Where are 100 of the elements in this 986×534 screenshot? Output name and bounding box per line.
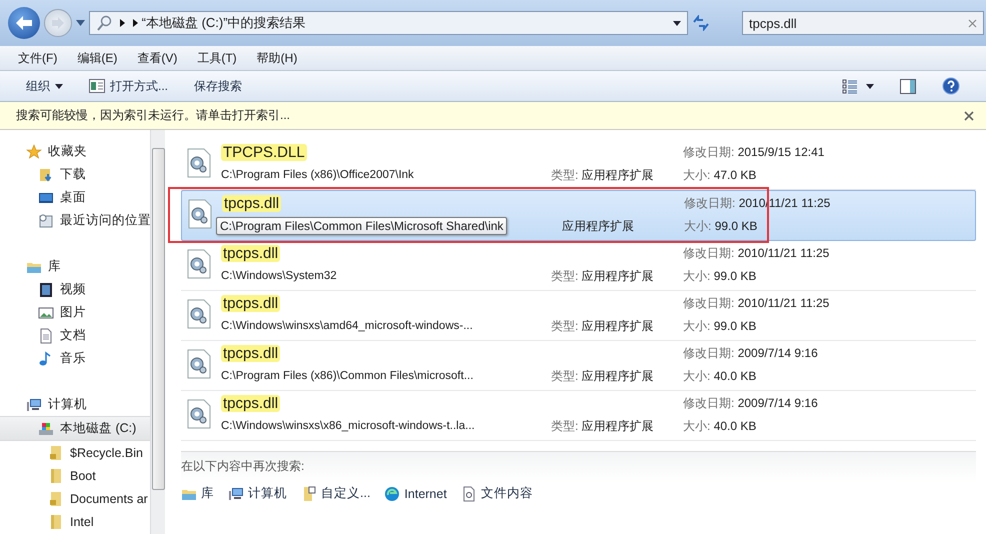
clear-icon[interactable] bbox=[968, 18, 977, 28]
tree-item[interactable]: $Recycle.Bin bbox=[0, 441, 150, 464]
dropdown-caret-icon[interactable] bbox=[673, 20, 681, 26]
scroll-thumb[interactable] bbox=[152, 148, 165, 490]
file-name: tpcps.dll bbox=[221, 345, 280, 362]
modified-date: 修改日期: 2009/7/14 9:16 bbox=[683, 395, 819, 412]
file-name: tpcps.dll bbox=[221, 245, 280, 262]
view-options-icon[interactable] bbox=[842, 78, 858, 94]
file-path: C:\Program Files (x86)\Common Files\microsoft... bbox=[221, 370, 474, 382]
tree-item[interactable]: 桌面 bbox=[0, 186, 150, 209]
download-icon bbox=[38, 166, 54, 182]
gear-file-icon bbox=[185, 148, 213, 178]
file-path: C:\Program Files (x86)\Office2007\Ink bbox=[221, 169, 415, 181]
tree-item[interactable]: 库 bbox=[0, 255, 150, 278]
document-icon bbox=[38, 328, 54, 344]
search-again-label: 在以下内容中再次搜索: bbox=[181, 458, 306, 475]
file-type: 类型: 应用程序扩展 bbox=[550, 368, 655, 384]
search-location-link[interactable]: 计算机 bbox=[228, 485, 287, 502]
history-dropdown-icon[interactable] bbox=[76, 20, 85, 26]
file-name: tpcps.dll bbox=[221, 295, 280, 312]
file-name: tpcps.dll bbox=[221, 395, 280, 412]
file-size: 大小: 40.0 KB bbox=[683, 368, 758, 384]
star-icon bbox=[26, 144, 42, 160]
result-row[interactable]: tpcps.dll C:\Windows\System32 类型: 应用程序扩展 修改日期: 2010/11/21 11:25 大小: 99.0 KB bbox=[181, 241, 976, 291]
help-icon[interactable] bbox=[942, 77, 960, 95]
file-contents-icon bbox=[460, 486, 477, 502]
modified-date: 修改日期: 2010/11/21 11:25 bbox=[683, 295, 830, 312]
internet-icon bbox=[384, 486, 400, 502]
tree-item[interactable]: 收藏夹 bbox=[0, 140, 150, 163]
computer-icon bbox=[26, 396, 42, 412]
locked-folder-icon bbox=[48, 444, 64, 460]
modified-date: 修改日期: 2009/7/14 9:16 bbox=[683, 345, 819, 362]
refresh-icon[interactable] bbox=[692, 15, 710, 31]
result-row[interactable]: tpcps.dll C:\Program Files (x86)\Common Files\microsoft... 类型: 应用程序扩展 修改日期: 2009/7/14 9:16 大小: 40.0 KB bbox=[181, 341, 976, 391]
result-row[interactable]: tpcps.dll C:\Windows\winsxs\x86_microsoft-windows-t..la... 类型: 应用程序扩展 修改日期: 2009/7/14 9:16 大小: 40.0 KB bbox=[181, 391, 976, 441]
back-button[interactable] bbox=[8, 7, 40, 39]
file-size: 大小: 99.0 KB bbox=[683, 318, 758, 334]
address-bar[interactable]: “本地磁盘 (C:)”中的搜索结果 bbox=[89, 11, 688, 35]
caret-icon[interactable] bbox=[866, 84, 874, 88]
recent-icon bbox=[38, 212, 54, 228]
file-path: C:\Windows\winsxs\amd64_microsoft-windows-... bbox=[221, 320, 474, 332]
scrollbar[interactable] bbox=[150, 130, 165, 534]
computer-icon bbox=[228, 486, 244, 502]
gear-file-icon bbox=[185, 398, 213, 428]
back-arrow-icon bbox=[15, 15, 33, 31]
gear-file-icon bbox=[186, 198, 214, 228]
gear-file-icon bbox=[185, 248, 213, 278]
file-type: 类型: 应用程序扩展 bbox=[550, 318, 655, 334]
file-type: 类型: 应用程序扩展 bbox=[550, 418, 655, 434]
tree-item[interactable]: 音乐 bbox=[0, 347, 150, 370]
search-location-link[interactable]: Internet bbox=[384, 485, 447, 502]
organize-button[interactable]: 组织 bbox=[26, 76, 63, 96]
tree-item[interactable]: 本地磁盘 (C:) bbox=[0, 416, 150, 441]
menu-item[interactable]: 编辑(E) bbox=[77, 50, 118, 66]
file-type: 应用程序扩展 bbox=[561, 218, 635, 234]
tree-item[interactable]: 图片 bbox=[0, 301, 150, 324]
tree-item[interactable]: Documents ar bbox=[0, 487, 150, 510]
file-size: 大小: 99.0 KB bbox=[683, 268, 758, 284]
menu-item[interactable]: 查看(V) bbox=[137, 50, 178, 66]
custom-icon bbox=[301, 486, 317, 502]
tree-item[interactable]: Intel bbox=[0, 510, 150, 533]
window-icon bbox=[89, 79, 105, 93]
tree-item[interactable]: Boot bbox=[0, 464, 150, 487]
tree-item[interactable]: 文档 bbox=[0, 324, 150, 347]
menu-item[interactable]: 文件(F) bbox=[18, 50, 58, 66]
save-search-button[interactable]: 保存搜索 bbox=[194, 76, 242, 96]
menu-item[interactable]: 帮助(H) bbox=[256, 50, 298, 66]
gear-file-icon bbox=[185, 348, 213, 378]
video-icon bbox=[38, 282, 54, 298]
menu-item[interactable]: 工具(T) bbox=[197, 50, 237, 66]
search-location-link[interactable]: 自定义... bbox=[301, 485, 370, 502]
folder-icon bbox=[48, 468, 64, 484]
search-location-link[interactable]: 库 bbox=[181, 485, 214, 502]
file-path: C:\Windows\winsxs\x86_microsoft-windows-t..la... bbox=[221, 420, 476, 432]
gear-file-icon bbox=[185, 298, 213, 328]
tree-item[interactable]: 下载 bbox=[0, 163, 150, 186]
file-name: TPCPS.DLL bbox=[221, 144, 307, 161]
search-location-link[interactable]: 文件内容 bbox=[460, 485, 533, 502]
image-icon bbox=[38, 304, 54, 320]
folder-icon bbox=[48, 514, 64, 530]
open-with-button[interactable]: 打开方式... bbox=[89, 76, 168, 96]
path-tooltip: C:\Program Files\Common Files\Microsoft Shared\ink bbox=[216, 217, 508, 235]
file-name: tpcps.dll bbox=[222, 195, 282, 212]
preview-pane-icon[interactable] bbox=[900, 78, 916, 94]
caret-icon bbox=[55, 84, 63, 88]
file-type: 类型: 应用程序扩展 bbox=[550, 166, 655, 184]
search-field[interactable]: tpcps.dll bbox=[742, 11, 984, 35]
file-size: 大小: 40.0 KB bbox=[683, 418, 758, 434]
file-size: 大小: 99.0 KB bbox=[684, 218, 758, 234]
file-path: C:\Windows\System32 bbox=[221, 270, 338, 282]
result-row[interactable]: tpcps.dll C:\Windows\winsxs\amd64_microsoft-windows-... 类型: 应用程序扩展 修改日期: 2010/11/21 11:25 大小: 99.0 KB bbox=[181, 291, 976, 341]
tree-item[interactable]: 视频 bbox=[0, 278, 150, 301]
close-icon[interactable] bbox=[964, 110, 974, 120]
file-size: 大小: 47.0 KB bbox=[683, 166, 758, 184]
modified-date: 修改日期: 2010/11/21 11:25 bbox=[683, 245, 830, 262]
search-icon bbox=[96, 15, 112, 31]
forward-arrow-icon bbox=[51, 17, 65, 29]
tree-item[interactable]: 计算机 bbox=[0, 393, 150, 416]
drive-icon bbox=[38, 420, 54, 436]
locked-folder-icon bbox=[48, 490, 64, 506]
